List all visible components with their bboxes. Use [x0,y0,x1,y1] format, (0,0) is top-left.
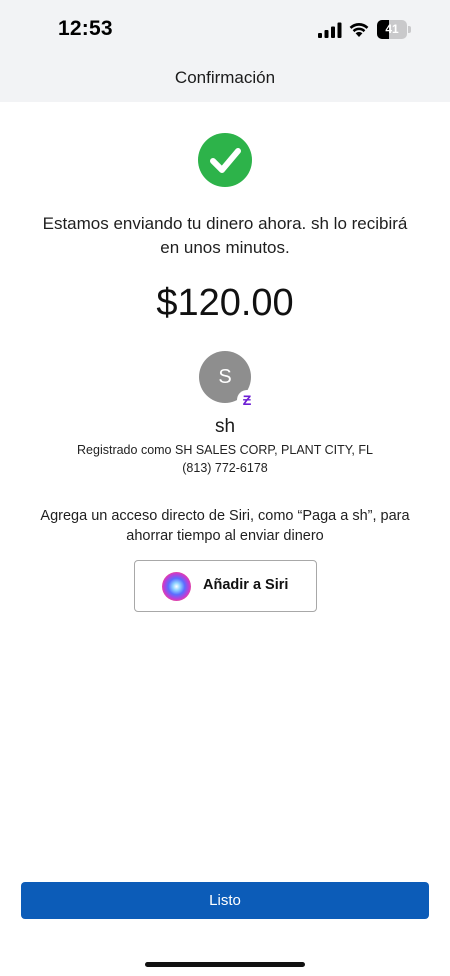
add-to-siri-button[interactable]: Añadir a Siri [134,560,317,612]
recipient-phone: (813) 772-6178 [182,461,268,475]
amount-sent: $120.00 [156,282,294,324]
recipient-name: sh [214,416,236,437]
confirmation-message: Estamos enviando tu dinero ahora. sh lo … [42,214,408,257]
done-button[interactable]: Listo [21,882,429,919]
check-circle-icon [198,133,252,187]
home-indicator[interactable] [145,962,305,967]
done-button-label: Listo [209,892,241,909]
wifi-icon [349,23,369,37]
battery-icon: 41 [377,20,411,39]
add-to-siri-label: Añadir a Siri [203,577,289,593]
status-bar: 12:53 41 [0,0,450,60]
page-title: Confirmación [174,68,276,87]
siri-icon [162,572,191,601]
recipient-registered-as: Registrado como SH SALES CORP, PLANT CIT… [77,443,373,457]
signal-icon [318,22,342,38]
zelle-icon: Ƶ [237,390,257,410]
battery-level: 41 [385,22,399,36]
siri-shortcut-prompt: Agrega un acceso directo de Siri, como “… [40,508,410,544]
status-time: 12:53 [58,17,113,40]
